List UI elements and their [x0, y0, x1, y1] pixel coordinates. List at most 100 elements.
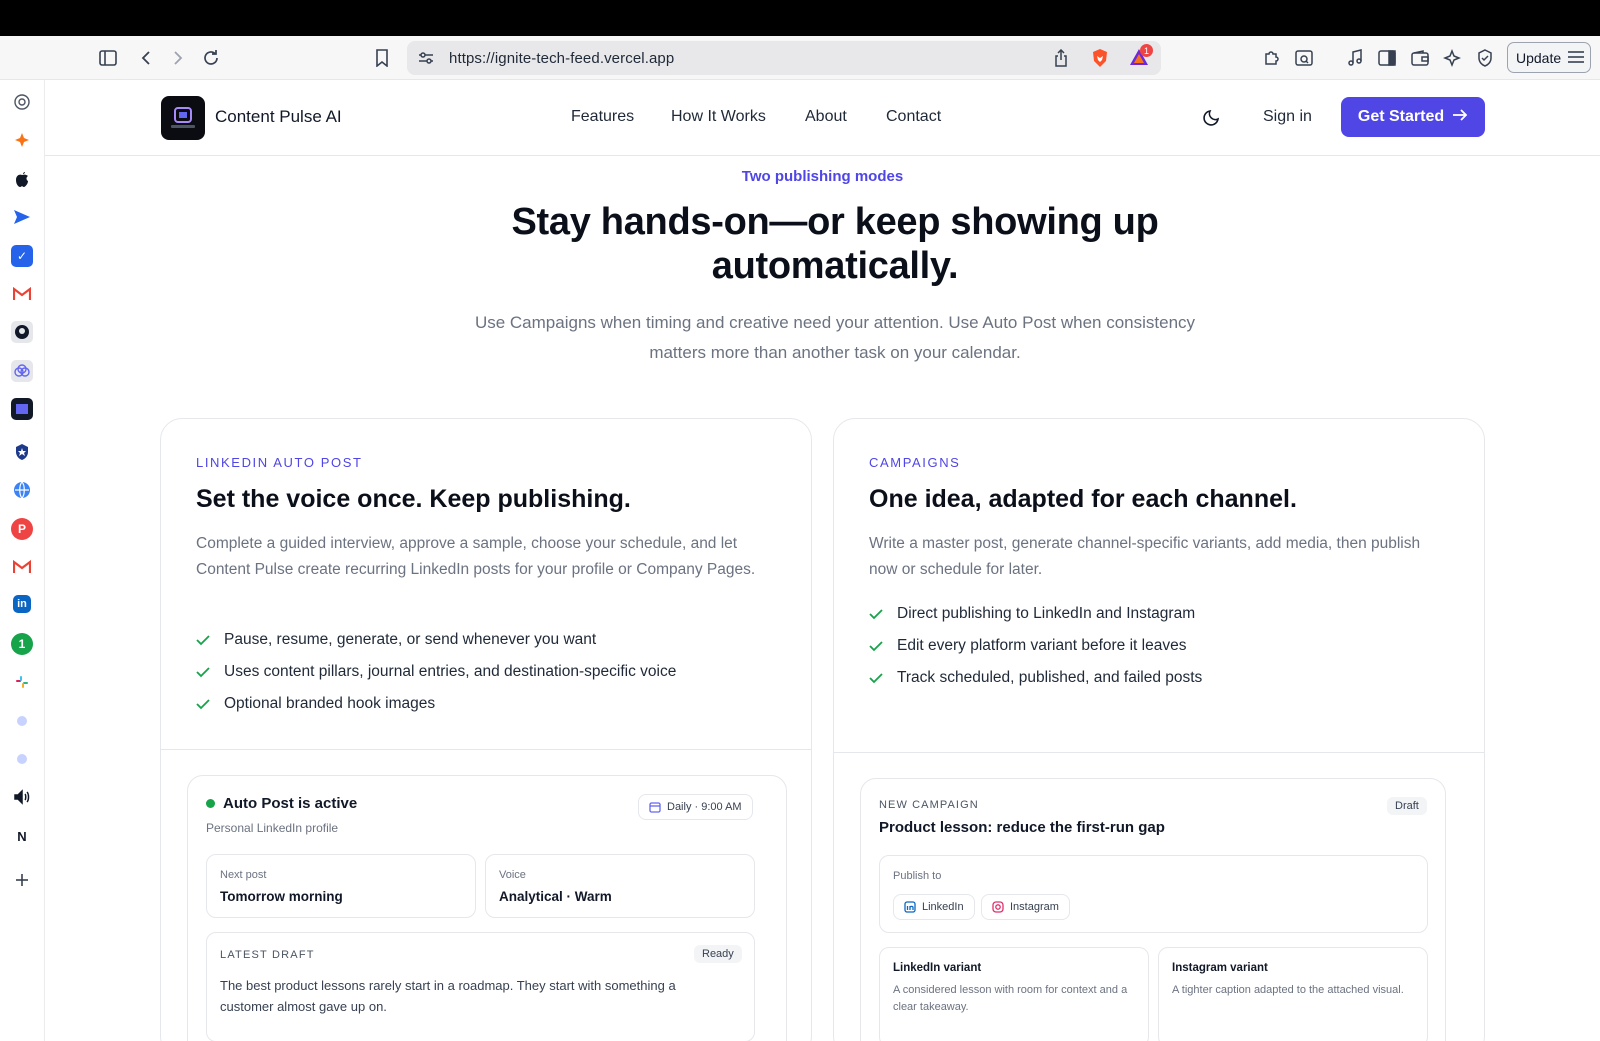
sparkle-app-icon[interactable]: [11, 129, 33, 151]
campaigns-feature-text: Edit every platform variant before it le…: [897, 637, 1187, 654]
schedule-text: Daily · 9:00 AM: [667, 801, 742, 813]
linkedin-icon[interactable]: in: [13, 595, 31, 613]
content-pulse-icon[interactable]: [11, 398, 33, 420]
section-title: Stay hands-on—or keep showing up automat…: [511, 201, 1159, 287]
onepassword-icon[interactable]: 1: [11, 633, 33, 655]
speaker-icon[interactable]: [11, 786, 33, 808]
theme-toggle-moon-icon[interactable]: [1202, 107, 1224, 129]
instagram-variant-text: A tighter caption adapted to the attache…: [1172, 984, 1404, 996]
auto-post-panel: Auto Post is active Personal LinkedIn pr…: [187, 775, 787, 1041]
section-lead: Use Campaigns when timing and creative n…: [474, 313, 1196, 362]
browser-toolbar: https://ignite-tech-feed.vercel.app 1 Up…: [0, 36, 1600, 80]
extension-small-2-icon[interactable]: [11, 748, 33, 770]
get-started-button[interactable]: Get Started: [1341, 97, 1485, 137]
instagram-variant-box[interactable]: Instagram variant A tighter caption adap…: [1158, 947, 1428, 1041]
get-started-label: Get Started: [1357, 108, 1445, 125]
check-icon: [196, 699, 210, 710]
reader-icon[interactable]: [1294, 48, 1314, 68]
reload-icon[interactable]: [201, 48, 221, 68]
campaigns-card: CAMPAIGNS One idea, adapted for each cha…: [833, 418, 1485, 1041]
active-status-dot: [206, 799, 215, 808]
check-icon: [869, 673, 883, 684]
update-label: Update: [1516, 49, 1562, 66]
gmail-icon[interactable]: [11, 283, 33, 305]
paperplane-app-icon[interactable]: [11, 206, 33, 228]
auto-post-status: Auto Post is active: [223, 795, 358, 812]
tasks-app-icon[interactable]: ✓: [11, 245, 33, 267]
forward-icon[interactable]: [168, 48, 188, 68]
draft-ready-badge: Ready: [694, 945, 742, 963]
instagram-small-icon: [992, 901, 1004, 913]
campaign-draft-badge: Draft: [1387, 797, 1427, 815]
nav-link-about[interactable]: About: [805, 108, 847, 126]
slack-icon[interactable]: [11, 671, 33, 693]
brave-shield-icon[interactable]: [1091, 48, 1109, 73]
shield-app-icon[interactable]: [11, 441, 33, 463]
card-divider: [834, 752, 1484, 753]
nt-app-icon[interactable]: N: [11, 825, 33, 847]
bookmark-icon[interactable]: [372, 48, 392, 68]
url-text: https://ignite-tech-feed.vercel.app: [449, 50, 675, 67]
sidebar-toggle-icon[interactable]: [98, 48, 118, 68]
campaigns-description: Write a master post, generate channel-sp…: [869, 535, 1421, 578]
wallet-icon[interactable]: [1410, 48, 1430, 68]
latest-draft-text: The best product lessons rarely start in…: [220, 978, 676, 1014]
update-button[interactable]: Update: [1507, 42, 1591, 73]
publish-to-label: Publish to: [893, 870, 942, 882]
brave-rewards-icon[interactable]: 1: [1129, 44, 1153, 68]
browser-sidebar: ✓ P in 1 N: [0, 80, 45, 1041]
channel-instagram-label: Instagram: [1010, 901, 1059, 913]
add-site-icon[interactable]: [11, 869, 33, 891]
channel-instagram-chip[interactable]: Instagram: [981, 894, 1070, 920]
check-icon: [196, 667, 210, 678]
next-post-value: Tomorrow morning: [220, 889, 343, 904]
nav-link-contact[interactable]: Contact: [886, 108, 941, 126]
linkedin-variant-text: A considered lesson with room for contex…: [893, 984, 1128, 1013]
instagram-variant-title: Instagram variant: [1172, 962, 1268, 974]
schedule-pill[interactable]: Daily · 9:00 AM: [638, 794, 753, 820]
extension-small-icon[interactable]: [11, 710, 33, 732]
campaign-panel: NEW CAMPAIGN Draft Product lesson: reduc…: [860, 778, 1446, 1041]
site-settings-icon[interactable]: [417, 49, 435, 72]
arrow-right-icon: [1452, 108, 1468, 127]
latest-draft-label: LATEST DRAFT: [220, 949, 315, 961]
back-icon[interactable]: [136, 48, 156, 68]
linkedin-variant-title: LinkedIn variant: [893, 962, 982, 974]
os-menubar: [0, 0, 1600, 36]
brand-logo[interactable]: [161, 96, 205, 140]
cloud-app-icon[interactable]: [11, 360, 33, 382]
nav-link-features[interactable]: Features: [571, 108, 634, 126]
campaigns-feature-text: Direct publishing to LinkedIn and Instag…: [897, 605, 1196, 622]
calendar-icon: [649, 802, 661, 813]
voice-box: Voice Analytical · Warm: [485, 854, 755, 918]
next-post-label: Next post: [220, 869, 267, 881]
media-icon[interactable]: [1345, 48, 1365, 68]
check-icon: [196, 635, 210, 646]
nav-link-how-it-works[interactable]: How It Works: [671, 108, 766, 126]
share-icon[interactable]: [1053, 48, 1069, 72]
campaigns-kicker: CAMPAIGNS: [869, 455, 961, 470]
github-icon[interactable]: [11, 321, 33, 343]
rewards-badge: 1: [1140, 44, 1153, 57]
leo-ai-icon[interactable]: [1442, 48, 1462, 68]
apple-icon[interactable]: [11, 168, 33, 190]
check-icon: [869, 641, 883, 652]
extensions-icon[interactable]: [1262, 48, 1282, 68]
section-eyebrow: Two publishing modes: [741, 168, 904, 185]
campaigns-feature: Direct publishing to LinkedIn and Instag…: [869, 605, 1195, 623]
producthunt-icon[interactable]: P: [11, 518, 33, 540]
gmail-secondary-icon[interactable]: [11, 556, 33, 578]
linkedin-variant-box[interactable]: LinkedIn variant A considered lesson wit…: [879, 947, 1149, 1041]
auto-post-feature: Uses content pillars, journal entries, a…: [196, 663, 676, 681]
new-campaign-label: NEW CAMPAIGN: [879, 799, 979, 811]
sidepanel-icon[interactable]: [1377, 48, 1397, 68]
address-bar[interactable]: https://ignite-tech-feed.vercel.app 1: [407, 41, 1161, 75]
auto-post-description: Complete a guided interview, approve a s…: [196, 535, 756, 578]
sign-in-link[interactable]: Sign in: [1263, 108, 1312, 126]
vpn-icon[interactable]: [1475, 48, 1495, 68]
brand-name[interactable]: Content Pulse AI: [215, 107, 342, 127]
globe-app-icon[interactable]: [11, 479, 33, 501]
channel-linkedin-chip[interactable]: LinkedIn: [893, 894, 975, 920]
ai-assistant-icon[interactable]: [11, 91, 33, 113]
latest-draft-box: LATEST DRAFT Ready The best product less…: [206, 932, 755, 1041]
